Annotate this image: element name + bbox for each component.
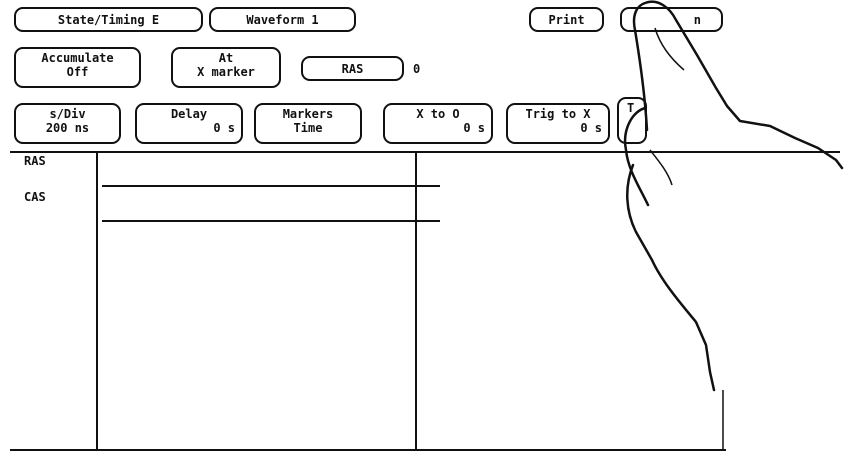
pointing-hand-icon xyxy=(623,0,844,392)
